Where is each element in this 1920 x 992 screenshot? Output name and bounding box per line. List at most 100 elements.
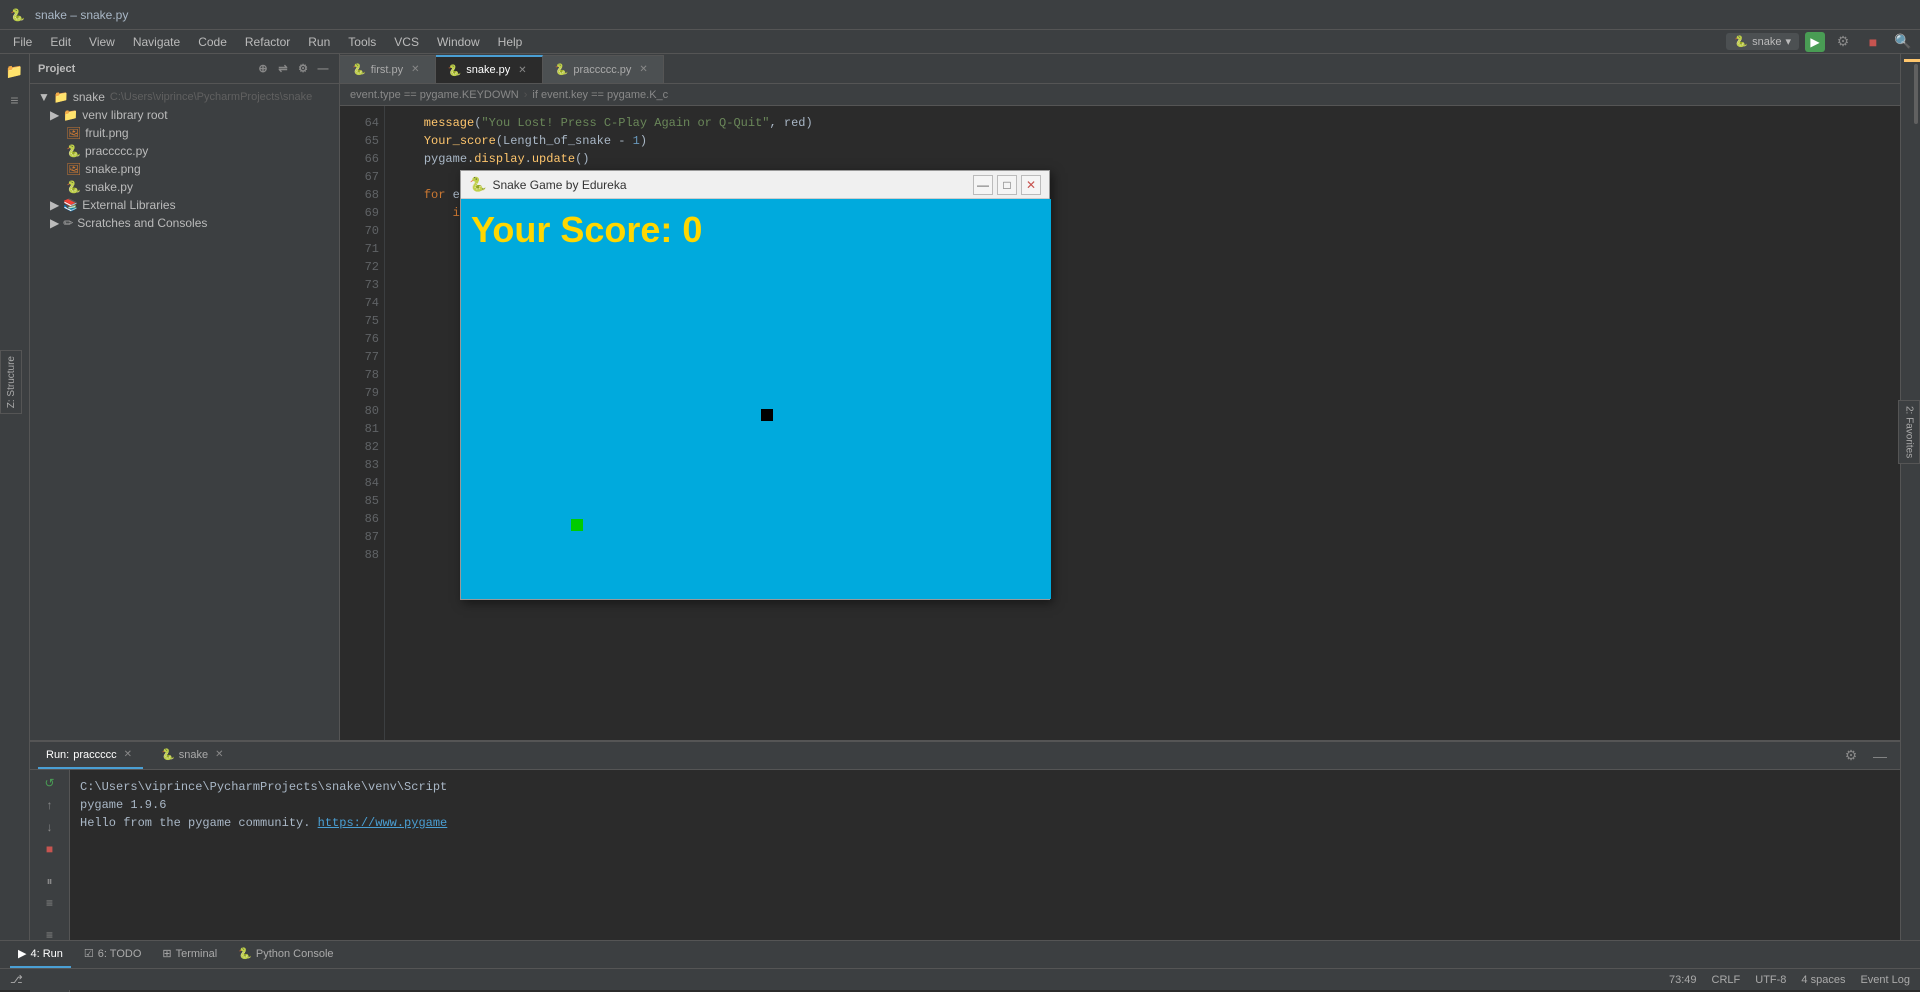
snake-png[interactable]: 🖼 snake.png <box>30 160 339 178</box>
stop-button[interactable]: ■ <box>1861 30 1885 54</box>
status-right: 73:49 CRLF UTF-8 4 spaces Event Log <box>1669 974 1910 986</box>
terminal-line-2: pygame 1.9.6 <box>80 796 1890 814</box>
step-button[interactable]: ≡ <box>40 894 60 911</box>
run-button[interactable]: ▶ <box>1805 32 1825 52</box>
project-header: Project ⊕ ⇌ ⚙ — <box>30 54 339 84</box>
breadcrumb-sep: › <box>524 89 528 101</box>
search-everywhere-button[interactable]: 🔍 <box>1891 30 1915 54</box>
tab-praccccc-py-label: praccccc.py <box>573 64 631 76</box>
snake-head <box>571 519 583 531</box>
run-tab-close[interactable]: ✕ <box>121 748 135 761</box>
tab-snake-py-label: snake.py <box>466 64 510 76</box>
event-log-status[interactable]: Event Log <box>1860 974 1910 986</box>
tab-praccccc-py-close[interactable]: ✕ <box>636 63 650 76</box>
settings-button[interactable]: ⚙ <box>1831 30 1855 54</box>
snake-close-button[interactable]: ✕ <box>1021 175 1041 195</box>
menu-run[interactable]: Run <box>300 33 338 51</box>
favorites-tab[interactable]: 2: Favorites <box>1898 400 1920 464</box>
terminal-line-3: Hello from the pygame community. https:/… <box>80 814 1890 832</box>
menu-tools[interactable]: Tools <box>340 33 384 51</box>
menu-view[interactable]: View <box>81 33 123 51</box>
scroll-down-button[interactable]: ↓ <box>40 819 60 836</box>
tab-snake-py-icon: 🐍 <box>448 64 462 77</box>
bottom-tabs: Run: praccccc ✕ 🐍 snake ✕ ⚙ — <box>30 742 1900 770</box>
rerun-button[interactable]: ↺ <box>40 775 60 792</box>
tab-first-py-close[interactable]: ✕ <box>408 63 422 76</box>
snake-score: Your Score: 0 <box>471 209 702 251</box>
tab-snake-py[interactable]: 🐍 snake.py ✕ <box>436 55 543 83</box>
z-structure-tab[interactable]: Z: Structure <box>0 350 22 414</box>
menu-edit[interactable]: Edit <box>42 33 79 51</box>
project-root[interactable]: ▼ 📁 snake C:\Users\viprince\PycharmProje… <box>30 88 339 106</box>
menu-code[interactable]: Code <box>190 33 235 51</box>
python-console-icon: 🐍 <box>238 947 252 960</box>
breadcrumb-bar: event.type == pygame.KEYDOWN › if event.… <box>340 84 1900 106</box>
snake-py[interactable]: 🐍 snake.py <box>30 178 339 196</box>
close-bottom-icon[interactable]: — <box>1868 744 1892 768</box>
external-libraries[interactable]: ▶ 📚 External Libraries <box>30 196 339 214</box>
stop-run-button[interactable]: ■ <box>40 841 60 858</box>
footer-tab-todo[interactable]: ☑ 6: TODO <box>76 941 149 968</box>
breadcrumb-item-2[interactable]: if event.key == pygame.K_c <box>532 89 668 101</box>
right-mark-top <box>1904 59 1920 62</box>
snake-game-window[interactable]: 🐍 Snake Game by Edureka — □ ✕ Your Score… <box>460 170 1050 600</box>
chevron-down-icon: ▾ <box>1785 35 1791 48</box>
pygame-link[interactable]: https://www.pygame <box>318 816 448 830</box>
tab-praccccc-py[interactable]: 🐍 praccccc.py ✕ <box>543 55 664 83</box>
tab-first-py[interactable]: 🐍 first.py ✕ <box>340 55 436 83</box>
run-tab-snake-icon: 🐍 <box>161 748 175 761</box>
footer-tab-terminal[interactable]: ⊞ Terminal <box>154 941 225 968</box>
menu-help[interactable]: Help <box>490 33 531 51</box>
scroll-up-button[interactable]: ↑ <box>40 797 60 814</box>
terminal-label: Terminal <box>176 948 218 960</box>
run-footer-label: 4: Run <box>30 948 62 960</box>
project-root-path: C:\Users\viprince\PycharmProjects\snake <box>110 91 312 103</box>
tab-snake-py-close[interactable]: ✕ <box>515 64 529 77</box>
praccccc-py[interactable]: 🐍 praccccc.py <box>30 142 339 160</box>
title-bar: 🐍 snake – snake.py <box>0 0 1920 30</box>
fruit-png[interactable]: 🖼 fruit.png <box>30 124 339 142</box>
z-structure-label: Z: Structure <box>3 351 20 413</box>
run-tab-praccccc[interactable]: Run: praccccc ✕ <box>38 742 143 769</box>
footer-tab-run[interactable]: ▶ 4: Run <box>10 941 71 968</box>
status-bar: ⎇ 73:49 CRLF UTF-8 4 spaces Event Log <box>0 968 1920 990</box>
settings-icon[interactable]: ⚙ <box>295 61 311 77</box>
cursor-position[interactable]: 73:49 <box>1669 974 1697 986</box>
indent-status[interactable]: 4 spaces <box>1801 974 1845 986</box>
run-tab-snake-label: snake <box>179 749 208 761</box>
run-config[interactable]: 🐍 snake ▾ <box>1726 33 1799 50</box>
project-icon[interactable]: 📁 <box>3 59 27 83</box>
scratches-consoles[interactable]: ▶ ✏ Scratches and Consoles <box>30 214 339 232</box>
minimize-icon[interactable]: — <box>315 61 331 77</box>
menu-vcs[interactable]: VCS <box>386 33 427 51</box>
snake-maximize-button[interactable]: □ <box>997 175 1017 195</box>
snake-minimize-button[interactable]: — <box>973 175 993 195</box>
footer-tab-python-console[interactable]: 🐍 Python Console <box>230 941 341 968</box>
line-sep-status[interactable]: CRLF <box>1712 974 1741 986</box>
menu-refactor[interactable]: Refactor <box>237 33 298 51</box>
app-icon: 🐍 <box>10 8 25 22</box>
structure-icon[interactable]: ≡ <box>3 88 27 112</box>
run-tab-snake-close[interactable]: ✕ <box>212 748 226 761</box>
scrollbar-indicator[interactable] <box>1914 64 1918 124</box>
snake-png-label: snake.png <box>85 162 140 176</box>
fruit-png-label: fruit.png <box>85 126 128 140</box>
tab-bar: 🐍 first.py ✕ 🐍 snake.py ✕ 🐍 praccccc.py … <box>340 54 1900 84</box>
run-footer-icon: ▶ <box>18 947 26 960</box>
venv-folder[interactable]: ▶ 📁 venv library root <box>30 106 339 124</box>
snake-food <box>761 409 773 421</box>
snake-game-canvas: Your Score: 0 <box>461 199 1051 599</box>
run-tab-snake[interactable]: 🐍 snake ✕ <box>153 742 234 769</box>
menu-navigate[interactable]: Navigate <box>125 33 188 51</box>
project-label: Project <box>38 63 75 75</box>
pause-button[interactable]: ⏸ <box>40 873 60 890</box>
praccccc-py-label: praccccc.py <box>85 144 148 158</box>
settings-bottom-icon[interactable]: ⚙ <box>1839 744 1863 768</box>
menu-file[interactable]: File <box>5 33 40 51</box>
menu-window[interactable]: Window <box>429 33 488 51</box>
encoding-status[interactable]: UTF-8 <box>1755 974 1786 986</box>
sync-icon[interactable]: ⊕ <box>255 61 271 77</box>
breadcrumb-item-1[interactable]: event.type == pygame.KEYDOWN <box>350 89 519 101</box>
todo-icon: ☑ <box>84 947 94 960</box>
expand-icon[interactable]: ⇌ <box>275 61 291 77</box>
